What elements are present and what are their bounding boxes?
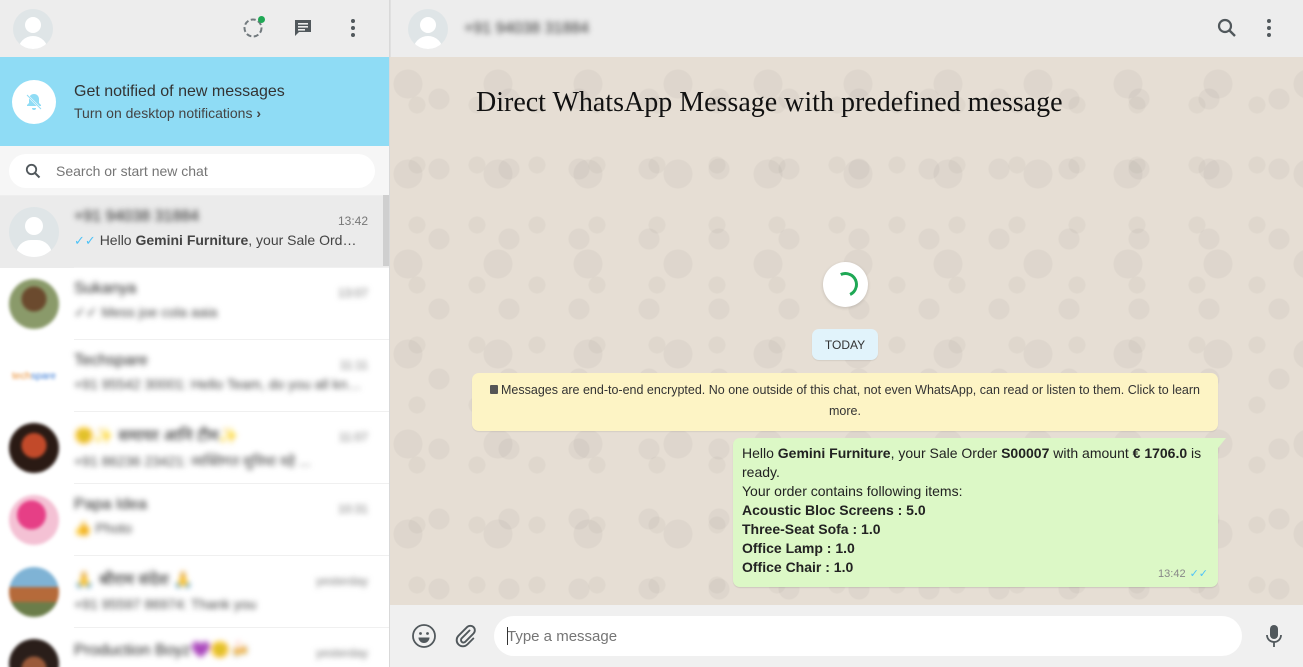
chat-item[interactable]: +91 94038 31884 13:42 ✓✓ Hello Gemini Fu… (0, 196, 389, 268)
chat-meta: +91 94038 31884 13:42 ✓✓ Hello Gemini Fu… (74, 196, 389, 268)
chat-item[interactable]: Sukanya 13:07 ✓✓ Mess joe cola aaia (0, 268, 389, 340)
chat-time: yesterday (315, 574, 368, 588)
contact-avatar (9, 207, 59, 257)
chat-item[interactable]: Production Boyz💜🙂🍻 yesterday (0, 628, 389, 667)
search-bar (0, 146, 389, 196)
search-icon[interactable] (1213, 14, 1241, 42)
notification-title: Get notified of new messages (74, 82, 285, 100)
bell-off-icon (12, 79, 56, 124)
loading-spinner-icon (823, 262, 868, 307)
chat-time: 13:07 (337, 286, 368, 300)
order-item: Office Lamp : 1.0 (742, 540, 855, 556)
chat-list-scrollbar[interactable] (383, 195, 389, 266)
chat-name: Sukanya (74, 280, 137, 297)
chat-preview: ✓✓ Mess joe cola aaia (74, 304, 218, 320)
order-item: Office Chair : 1.0 (742, 559, 854, 575)
notification-banner[interactable]: Get notified of new messages Turn on des… (0, 57, 389, 146)
message-area[interactable]: Direct WhatsApp Message with predefined … (390, 57, 1303, 605)
message-items-intro: Your order contains following items: (742, 483, 963, 499)
message-time: 13:42 (1158, 568, 1186, 580)
notification-subtitle: Turn on desktop notifications (74, 104, 253, 121)
date-chip: TODAY (812, 329, 878, 360)
outgoing-message[interactable]: Hello Gemini Furniture, your Sale Order … (733, 438, 1226, 587)
chat-name: +91 94038 31884 (74, 208, 200, 225)
chat-sidebar: Get notified of new messages Turn on des… (0, 0, 390, 667)
conversation-header[interactable]: +91 94038 31884 (390, 0, 1303, 57)
message-input[interactable] (494, 616, 1242, 656)
contact-avatar (9, 495, 59, 545)
chat-item[interactable]: 🙂✨ समायर आनि टीम✨ 11:07 +91 86236 23421:… (0, 412, 389, 484)
lock-icon (490, 385, 498, 394)
order-item: Acoustic Bloc Screens : 5.0 (742, 502, 926, 518)
text-cursor (507, 627, 508, 645)
search-box[interactable] (9, 154, 375, 188)
double-tick-icon: ✓✓ (1189, 568, 1208, 580)
sidebar-header (0, 0, 389, 57)
contact-avatar (9, 567, 59, 617)
status-icon[interactable] (239, 14, 267, 42)
menu-icon[interactable] (339, 14, 367, 42)
menu-icon[interactable] (1255, 14, 1283, 42)
search-icon (25, 163, 41, 179)
chat-time: 13:42 (337, 214, 368, 228)
chat-item[interactable]: 🙏 श्रीराम संदेश 🙏 yesterday +91 95597 86… (0, 556, 389, 628)
new-chat-icon[interactable] (289, 14, 317, 42)
chat-time: 11:11 (339, 358, 368, 372)
message-meta: 13:42 ✓✓ (1158, 565, 1208, 584)
contact-avatar[interactable] (408, 8, 448, 49)
whatsapp-web-app: Get notified of new messages Turn on des… (0, 0, 1303, 667)
chat-preview: 👍 Photo (74, 520, 132, 536)
contact-avatar (9, 279, 59, 329)
chat-preview: +91 95542 30001: Hello Team, do you all … (74, 376, 364, 392)
message-text: Hello Gemini Furniture, your Sale Order … (742, 445, 1202, 480)
chat-name: Papa Idea (74, 496, 147, 513)
contact-name[interactable]: +91 94038 31884 (464, 20, 589, 38)
order-item: Three-Seat Sofa : 1.0 (742, 521, 881, 537)
chat-item[interactable]: Papa Idea 10:31 👍 Photo (0, 484, 389, 556)
notification-link[interactable]: Turn on desktop notifications › (74, 105, 285, 121)
conversation-pane: +91 94038 31884 Direct WhatsApp Message … (390, 0, 1303, 667)
search-input[interactable] (56, 163, 316, 179)
chat-preview: +91 86236 23421: व्यक्तिगत सुविधा वहे ..… (74, 453, 311, 469)
chat-list: +91 94038 31884 13:42 ✓✓ Hello Gemini Fu… (0, 196, 389, 667)
composer-bar (390, 605, 1303, 667)
attach-icon[interactable] (451, 622, 479, 650)
my-profile-avatar[interactable] (13, 8, 53, 49)
emoji-icon[interactable] (410, 622, 438, 650)
chat-item[interactable]: tech spare Techspare 11:11 +91 95542 3000… (0, 340, 389, 412)
microphone-icon[interactable] (1260, 622, 1288, 650)
contact-avatar (9, 423, 59, 473)
chat-time: 11:07 (338, 430, 368, 444)
double-tick-icon: ✓✓ (74, 233, 96, 248)
overlay-title: Direct WhatsApp Message with predefined … (476, 87, 1063, 118)
chat-time: 10:31 (337, 502, 368, 516)
chat-name: 🙂✨ समायर आनि टीम✨ (74, 428, 239, 445)
chat-preview: +91 95597 86974: Thank you (74, 596, 257, 612)
chat-time: yesterday (315, 646, 368, 660)
notification-text: Get notified of new messages Turn on des… (74, 83, 285, 121)
chat-preview: ✓✓ Hello Gemini Furniture, your Sale Ord… (74, 232, 364, 248)
chat-name: Techspare (74, 352, 148, 369)
encryption-notice[interactable]: Messages are end-to-end encrypted. No on… (472, 373, 1218, 431)
conversation-actions (1213, 14, 1283, 42)
contact-avatar (9, 639, 59, 667)
sidebar-header-actions (239, 14, 367, 42)
contact-avatar: tech spare (9, 351, 59, 401)
chevron-right-icon: › (256, 104, 262, 121)
